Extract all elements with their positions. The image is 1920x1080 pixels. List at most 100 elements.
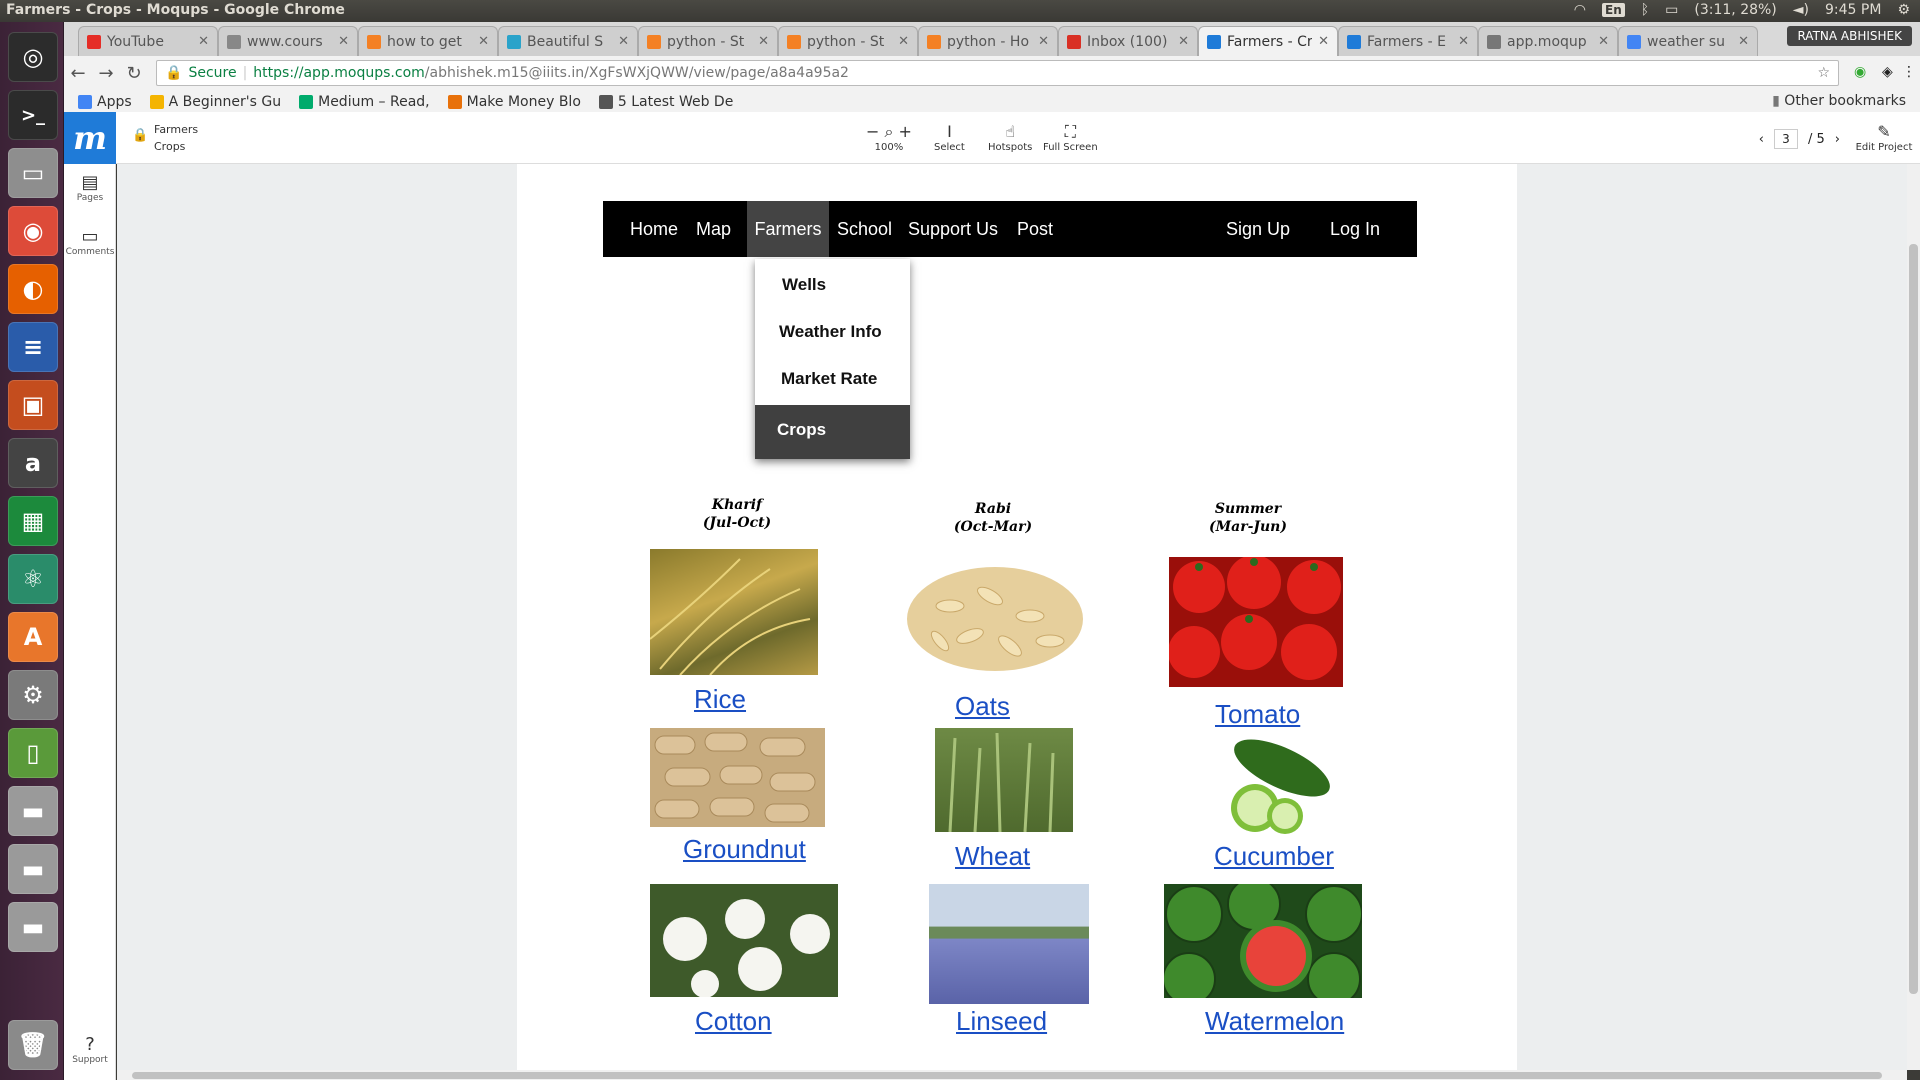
nav-post[interactable]: Post: [1017, 201, 1053, 257]
chrome-icon[interactable]: ◉: [8, 206, 58, 256]
browser-tab[interactable]: Farmers - Cr ✕: [1198, 26, 1338, 56]
bookmark-item[interactable]: Apps: [78, 94, 132, 110]
battery-icon[interactable]: ▭: [1665, 2, 1678, 18]
browser-tab[interactable]: python - St ✕: [778, 26, 918, 56]
drive-icon[interactable]: ▬: [8, 786, 58, 836]
close-icon[interactable]: ✕: [618, 34, 629, 49]
dropdown-item-market-rate[interactable]: Market Rate: [755, 355, 910, 403]
dash-icon[interactable]: ◎: [8, 32, 58, 82]
writer-icon[interactable]: ≡: [8, 322, 58, 372]
moqups-logo[interactable]: m: [64, 112, 116, 164]
browser-tab[interactable]: www.cours ✕: [218, 26, 358, 56]
wifi-icon[interactable]: ◠: [1574, 2, 1586, 18]
breadcrumb-project[interactable]: Farmers: [154, 121, 198, 138]
crop-link-rice[interactable]: Rice: [694, 684, 746, 715]
nav-home[interactable]: Home: [630, 201, 678, 257]
prev-page-icon[interactable]: ‹: [1759, 132, 1764, 147]
trash-icon[interactable]: 🗑: [8, 1020, 58, 1070]
volume-icon[interactable]: ◄): [1793, 2, 1809, 18]
nav-log-in[interactable]: Log In: [1330, 201, 1380, 257]
hotspots-tool[interactable]: ☝ Hotspots: [988, 122, 1032, 153]
crop-link-cotton[interactable]: Cotton: [695, 1006, 772, 1037]
settings-icon[interactable]: ⚙: [8, 670, 58, 720]
notes-icon[interactable]: ▯: [8, 728, 58, 778]
gear-icon[interactable]: ⚙: [1897, 2, 1910, 18]
drive-icon[interactable]: ▬: [8, 844, 58, 894]
close-icon[interactable]: ✕: [1318, 34, 1329, 49]
vertical-scroll-thumb[interactable]: [1909, 244, 1918, 994]
crop-link-groundnut[interactable]: Groundnut: [683, 834, 806, 865]
clock[interactable]: 9:45 PM: [1825, 2, 1881, 18]
close-icon[interactable]: ✕: [758, 34, 769, 49]
browser-tab[interactable]: Inbox (100) ✕: [1058, 26, 1198, 56]
crop-link-tomato[interactable]: Tomato: [1215, 699, 1300, 730]
calc-icon[interactable]: ▦: [8, 496, 58, 546]
browser-tab[interactable]: YouTube ✕: [78, 26, 218, 56]
pages-button[interactable]: ▤ Pages: [64, 172, 116, 203]
extension-icon[interactable]: ◈: [1882, 64, 1893, 80]
terminal-icon[interactable]: >_: [8, 90, 58, 140]
dropdown-item-weather-info[interactable]: Weather Info: [755, 308, 910, 356]
address-bar[interactable]: 🔒 Secure | https://app.moqups.com/abhish…: [156, 60, 1839, 86]
fullscreen-tool[interactable]: ⛶ Full Screen: [1043, 122, 1098, 153]
battery-status[interactable]: (3:11, 28%): [1694, 2, 1776, 18]
browser-tab[interactable]: python - St ✕: [638, 26, 778, 56]
support-button[interactable]: ? Support: [64, 1034, 116, 1065]
close-icon[interactable]: ✕: [1738, 34, 1749, 49]
crop-link-oats[interactable]: Oats: [955, 691, 1010, 722]
close-icon[interactable]: ✕: [898, 34, 909, 49]
menu-icon[interactable]: ⋮: [1902, 64, 1916, 80]
amazon-icon[interactable]: a: [8, 438, 58, 488]
atom-icon[interactable]: ⚛: [8, 554, 58, 604]
bluetooth-icon[interactable]: ᛒ: [1641, 2, 1649, 18]
vertical-scrollbar[interactable]: [1907, 164, 1920, 1070]
close-icon[interactable]: ✕: [1178, 34, 1189, 49]
close-icon[interactable]: ✕: [478, 34, 489, 49]
browser-tab[interactable]: Farmers - E ✕: [1338, 26, 1478, 56]
forward-icon[interactable]: →: [92, 63, 120, 84]
browser-tab[interactable]: Beautiful S ✕: [498, 26, 638, 56]
impress-icon[interactable]: ▣: [8, 380, 58, 430]
edit-project-button[interactable]: ✎ Edit Project: [1854, 122, 1914, 153]
bookmark-item[interactable]: 5 Latest Web De: [598, 94, 733, 110]
horizontal-scroll-thumb[interactable]: [132, 1072, 1882, 1079]
software-center-icon[interactable]: A: [8, 612, 58, 662]
dropdown-item-wells[interactable]: Wells: [755, 261, 910, 309]
close-icon[interactable]: ✕: [1038, 34, 1049, 49]
browser-tab[interactable]: python - Ho ✕: [918, 26, 1058, 56]
bookmark-item[interactable]: Medium – Read,: [299, 94, 430, 110]
crop-link-linseed[interactable]: Linseed: [956, 1006, 1047, 1037]
close-icon[interactable]: ✕: [338, 34, 349, 49]
close-icon[interactable]: ✕: [1458, 34, 1469, 49]
nav-school[interactable]: School: [837, 201, 892, 257]
crop-link-watermelon[interactable]: Watermelon: [1205, 1006, 1344, 1037]
nav-map[interactable]: Map: [696, 201, 731, 257]
drive-icon[interactable]: ▬: [8, 902, 58, 952]
bookmark-item[interactable]: Make Money Blo: [447, 94, 581, 110]
comments-button[interactable]: ▭ Comments: [64, 226, 116, 257]
files-icon[interactable]: ▭: [8, 148, 58, 198]
next-page-icon[interactable]: ›: [1835, 132, 1840, 147]
select-tool[interactable]: I Select: [934, 122, 965, 153]
profile-button[interactable]: RATNA ABHISHEK: [1787, 26, 1912, 46]
crop-link-cucumber[interactable]: Cucumber: [1214, 841, 1334, 872]
back-icon[interactable]: ←: [64, 63, 92, 84]
crop-link-wheat[interactable]: Wheat: [955, 841, 1030, 872]
nav-support-us[interactable]: Support Us: [908, 201, 998, 257]
browser-tab[interactable]: weather su ✕: [1618, 26, 1758, 56]
bookmark-item[interactable]: A Beginner's Gu: [149, 94, 281, 110]
zoom-control[interactable]: − ⌕ + 100%: [866, 122, 912, 153]
horizontal-scrollbar[interactable]: [117, 1070, 1907, 1080]
close-icon[interactable]: ✕: [198, 34, 209, 49]
nav-sign-up[interactable]: Sign Up: [1226, 201, 1290, 257]
reload-icon[interactable]: ↻: [120, 63, 148, 84]
lock-icon[interactable]: 🔒: [132, 128, 148, 143]
browser-tab[interactable]: how to get ✕: [358, 26, 498, 56]
keyboard-indicator[interactable]: En: [1602, 3, 1625, 17]
browser-tab[interactable]: app.moqup ✕: [1478, 26, 1618, 56]
firefox-icon[interactable]: ◐: [8, 264, 58, 314]
page-number-input[interactable]: 3: [1774, 129, 1798, 149]
close-icon[interactable]: ✕: [1598, 34, 1609, 49]
star-icon[interactable]: ☆: [1817, 65, 1830, 81]
other-bookmarks[interactable]: ▮ Other bookmarks: [1772, 93, 1906, 109]
